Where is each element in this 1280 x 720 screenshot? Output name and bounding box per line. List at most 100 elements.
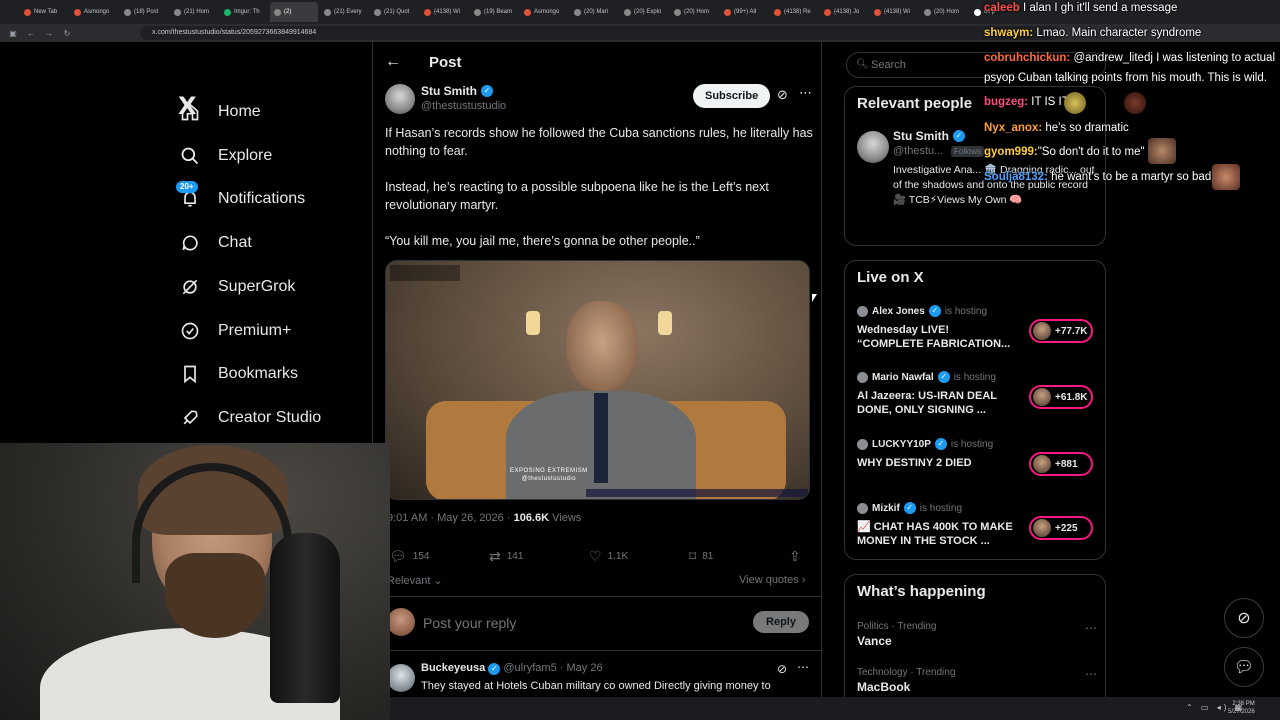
author-name-row[interactable]: Stu Smith ✓ (421, 84, 493, 98)
repost-action[interactable]: ⇄ 141 (489, 548, 589, 565)
subscribe-button[interactable]: Subscribe (693, 84, 771, 108)
live-item[interactable]: Mizkif ✓ is hosting 📈 CHAT HAS 400K TO MAK… (857, 502, 1097, 552)
nav-premium[interactable]: Premium+ (178, 315, 291, 347)
views-label: Views (549, 512, 582, 524)
browser-tab[interactable]: (2) (270, 2, 318, 22)
address-bar[interactable]: x.com/thestustustudio/status/20592736638… (140, 26, 1060, 40)
chat-username: Nyx_anox: (984, 122, 1043, 134)
nav-creator-studio[interactable]: Creator Studio (178, 402, 321, 434)
reply-sort-dropdown[interactable]: Relevant ⌄ (387, 574, 443, 587)
reply-input[interactable]: Post your reply (423, 615, 516, 631)
trend-item[interactable]: Politics · Trending Vance ⋯ (857, 621, 1097, 648)
browser-tab[interactable]: (20) Hom (670, 2, 718, 22)
author-avatar[interactable] (385, 84, 415, 114)
emote-image (1212, 164, 1240, 190)
verified-badge-icon: ✓ (953, 130, 965, 142)
tab-favicon-icon (174, 8, 181, 16)
tab-label: New Tab (34, 9, 58, 15)
author-handle[interactable]: @thestustustudio (421, 100, 506, 112)
nav-supergrok[interactable]: SuperGrok (178, 271, 295, 303)
nav-notifications[interactable]: 20+ Notifications (176, 181, 306, 215)
more-options-icon[interactable]: ⋯ (797, 660, 809, 674)
live-listeners-pill[interactable]: +225 (1029, 516, 1093, 540)
relevant-person-name-row[interactable]: Stu Smith ✓ (893, 129, 965, 143)
forward-arrow-icon[interactable]: → (44, 29, 54, 38)
reply-avatar[interactable] (387, 664, 415, 692)
browser-tab[interactable]: (99+) All (720, 2, 768, 22)
grok-icon[interactable]: ⊘ (777, 662, 787, 676)
live-item[interactable]: LUCKYY10P ✓ is hosting WHY DESTINY 2 DIED … (857, 438, 1097, 488)
live-item[interactable]: Alex Jones ✓ is hosting Wednesday LIVE! “C… (857, 305, 1097, 355)
reply-action[interactable]: 💬︎ 154 (389, 548, 489, 565)
grok-floating-button[interactable]: ⊘ (1224, 598, 1264, 638)
nav-home[interactable]: Home (178, 96, 261, 128)
relevant-person-avatar[interactable] (857, 131, 889, 163)
chat-message: Nyx_anox: he's so dramatic (984, 122, 1129, 134)
browser-tab[interactable]: (21) Hom (170, 2, 218, 22)
view-quotes-link[interactable]: View quotes › (739, 574, 805, 586)
trend-context: Technology · Trending (857, 667, 956, 678)
trend-item[interactable]: Technology · Trending MacBook ⋯ (857, 667, 1097, 694)
nav-label-creator-studio: Creator Studio (218, 409, 322, 426)
clock-date: 5/27/2026 (1228, 709, 1255, 715)
system-clock[interactable]: 2:38 PM 5/27/2026 (1228, 700, 1255, 716)
browser-tab[interactable]: (21) Every (320, 2, 368, 22)
nav-label-notifications: Notifications (218, 190, 306, 207)
bookmark-action[interactable]: ⌑ 81 (689, 548, 789, 565)
like-action[interactable]: ♡ 1.1K (589, 548, 689, 565)
browser-tab[interactable]: Asmongo (520, 2, 568, 22)
browser-tab[interactable]: (4138) Wi (870, 2, 918, 22)
listener-count: +881 (1055, 458, 1078, 470)
live-host-row: Alex Jones ✓ is hosting (857, 305, 987, 317)
browser-tab[interactable]: (21) Quot (370, 2, 418, 22)
post-timestamp[interactable]: 9:01 AM · May 26, 2026 · (387, 512, 514, 524)
grok-icon[interactable]: ⊘ (777, 87, 788, 103)
tab-label: Asmongo (84, 9, 110, 15)
browser-tab[interactable]: (4138) Wi (420, 2, 468, 22)
nav-bookmarks[interactable]: Bookmarks (178, 358, 298, 390)
live-item[interactable]: Mario Nawfal ✓ is hosting Al Jazeera: US-I… (857, 371, 1097, 421)
tab-favicon-icon (74, 8, 81, 16)
host-avatar (857, 371, 868, 383)
live-host-row: LUCKYY10P ✓ is hosting (857, 438, 993, 450)
back-arrow-icon[interactable]: ← (385, 53, 401, 71)
share-action[interactable]: ⇪ (789, 548, 801, 565)
more-options-icon[interactable]: ⋯ (1085, 621, 1097, 635)
tab-favicon-icon (324, 8, 331, 16)
browser-tab[interactable]: (20) Hom (920, 2, 968, 22)
nav-explore[interactable]: Explore (178, 140, 272, 172)
browser-tab[interactable]: Imgur: Th (220, 2, 268, 22)
browser-tab[interactable]: New Tab (20, 2, 68, 22)
live-on-x-card: Live on X Alex Jones ✓ is hosting Wednesda… (844, 260, 1106, 560)
page-title: Post (429, 53, 462, 71)
browser-tab[interactable]: (18) Post (120, 2, 168, 22)
back-arrow-icon[interactable]: ← (26, 29, 36, 38)
reply-button[interactable]: Reply (753, 611, 809, 633)
view-quotes-label: View quotes (739, 574, 799, 586)
sidebar-toggle-icon[interactable]: ▣ (8, 29, 18, 38)
search-icon (178, 144, 202, 168)
verified-badge-icon: ✓ (928, 305, 941, 317)
reload-icon[interactable]: ↻ (62, 29, 72, 38)
host-status: is hosting (953, 371, 996, 383)
browser-tab[interactable]: (4138) Re (770, 2, 818, 22)
share-icon: ⇪ (789, 547, 801, 564)
more-options-icon[interactable]: ⋯ (1085, 667, 1097, 681)
chat-floating-button[interactable]: 💬︎ (1224, 647, 1264, 687)
browser-tab[interactable]: Asmongo (70, 2, 118, 22)
browser-tab[interactable]: (4138) Jo (820, 2, 868, 22)
live-listeners-pill[interactable]: +881 (1029, 452, 1093, 476)
live-listeners-pill[interactable]: +77.7K (1029, 319, 1093, 343)
nav-chat[interactable]: Chat (178, 227, 252, 259)
browser-tab[interactable]: (20) Mari (570, 2, 618, 22)
post-video[interactable]: EXPOSING EXTREMISM @thestustustudio (385, 260, 810, 500)
more-options-icon[interactable]: ⋯ (799, 85, 812, 101)
tab-favicon-icon (674, 8, 681, 16)
notification-badge: 20+ (176, 181, 198, 193)
reply-author-name[interactable]: Buckeyeusa (421, 662, 485, 674)
live-listeners-pill[interactable]: +61.8K (1029, 385, 1093, 409)
tab-label: (19) Beam (484, 9, 513, 15)
host-avatar (857, 438, 868, 450)
browser-tab[interactable]: (19) Beam (470, 2, 518, 22)
browser-tab[interactable]: (20) Explo (620, 2, 668, 22)
